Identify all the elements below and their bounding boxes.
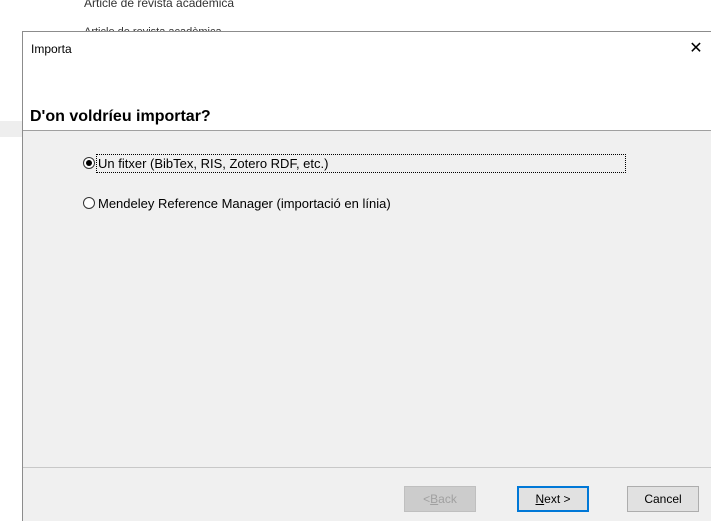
close-button[interactable]: ✕ [681, 32, 711, 64]
dialog-title: Importa [31, 42, 72, 56]
dialog-content: Un fitxer (BibTex, RIS, Zotero RDF, etc.… [23, 131, 711, 467]
dialog-footer: < Back Next > Cancel [23, 467, 711, 521]
option-mendeley[interactable]: Mendeley Reference Manager (importació e… [83, 193, 391, 213]
background-strip [0, 121, 22, 137]
back-button[interactable]: < Back [404, 486, 476, 512]
option-mendeley-label[interactable]: Mendeley Reference Manager (importació e… [98, 196, 391, 211]
next-button[interactable]: Next > [517, 486, 589, 512]
option-file-label[interactable]: Un fitxer (BibTex, RIS, Zotero RDF, etc.… [95, 153, 627, 173]
radio-selected-dot [86, 160, 92, 166]
next-rest: ext > [544, 492, 571, 506]
dialog-titlebar: Importa ✕ [23, 32, 711, 64]
import-dialog: Importa ✕ D'on voldríeu importar? Un fit… [22, 31, 711, 521]
next-mnemonic: N [535, 492, 545, 506]
dialog-header: D'on voldríeu importar? [23, 64, 711, 131]
close-icon: ✕ [689, 40, 703, 57]
background-item-text: Article de revista acadèmica [84, 0, 235, 10]
radio-file[interactable] [83, 157, 95, 169]
page-heading: D'on voldríeu importar? [30, 108, 211, 125]
back-rest: ack [438, 492, 457, 506]
radio-mendeley[interactable] [83, 197, 95, 209]
option-file[interactable]: Un fitxer (BibTex, RIS, Zotero RDF, etc.… [83, 153, 660, 173]
back-mnemonic: B [430, 492, 439, 506]
back-prefix: < [423, 492, 431, 506]
cancel-button[interactable]: Cancel [627, 486, 699, 512]
